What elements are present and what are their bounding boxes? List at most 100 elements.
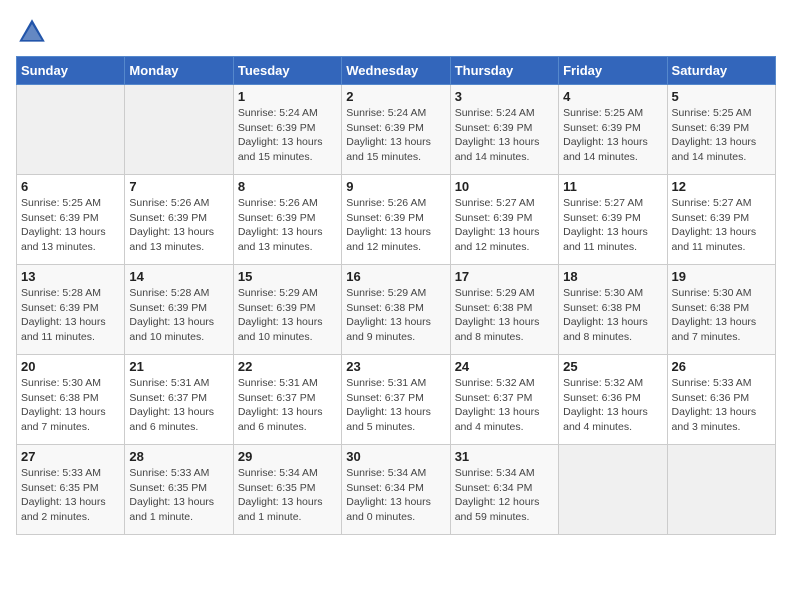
day-detail: Sunrise: 5:30 AM Sunset: 6:38 PM Dayligh… (672, 286, 771, 345)
day-detail: Sunrise: 5:27 AM Sunset: 6:39 PM Dayligh… (672, 196, 771, 255)
day-number: 18 (563, 269, 662, 284)
calendar-body: 1 Sunrise: 5:24 AM Sunset: 6:39 PM Daylig… (17, 85, 776, 535)
day-detail: Sunrise: 5:24 AM Sunset: 6:39 PM Dayligh… (346, 106, 445, 165)
day-detail: Sunrise: 5:34 AM Sunset: 6:35 PM Dayligh… (238, 466, 337, 525)
day-detail: Sunrise: 5:26 AM Sunset: 6:39 PM Dayligh… (346, 196, 445, 255)
day-detail: Sunrise: 5:26 AM Sunset: 6:39 PM Dayligh… (129, 196, 228, 255)
day-cell: 8Sunrise: 5:26 AM Sunset: 6:39 PM Daylig… (233, 175, 341, 265)
week-row-1: 1 Sunrise: 5:24 AM Sunset: 6:39 PM Daylig… (17, 85, 776, 175)
logo (16, 16, 52, 48)
day-detail: Sunrise: 5:27 AM Sunset: 6:39 PM Dayligh… (563, 196, 662, 255)
day-cell: 25 Sunrise: 5:32 AM Sunset: 6:36 PM Dayli… (559, 355, 667, 445)
day-detail: Sunrise: 5:29 AM Sunset: 6:39 PM Dayligh… (238, 286, 337, 345)
day-cell (17, 85, 125, 175)
header-row: SundayMondayTuesdayWednesdayThursdayFrid… (17, 57, 776, 85)
week-row-4: 20 Sunrise: 5:30 AM Sunset: 6:38 PM Dayli… (17, 355, 776, 445)
day-number: 2 (346, 89, 445, 104)
week-row-5: 27Sunrise: 5:33 AM Sunset: 6:35 PM Dayli… (17, 445, 776, 535)
day-cell: 19 Sunrise: 5:30 AM Sunset: 6:38 PM Dayli… (667, 265, 775, 355)
day-detail: Sunrise: 5:33 AM Sunset: 6:36 PM Dayligh… (672, 376, 771, 435)
day-cell: 14 Sunrise: 5:28 AM Sunset: 6:39 PM Dayli… (125, 265, 233, 355)
day-cell: 13 Sunrise: 5:28 AM Sunset: 6:39 PM Dayli… (17, 265, 125, 355)
day-detail: Sunrise: 5:34 AM Sunset: 6:34 PM Dayligh… (346, 466, 445, 525)
column-header-sunday: Sunday (17, 57, 125, 85)
day-detail: Sunrise: 5:33 AM Sunset: 6:35 PM Dayligh… (21, 466, 120, 525)
day-detail: Sunrise: 5:25 AM Sunset: 6:39 PM Dayligh… (21, 196, 120, 255)
week-row-2: 6 Sunrise: 5:25 AM Sunset: 6:39 PM Daylig… (17, 175, 776, 265)
day-cell: 5Sunrise: 5:25 AM Sunset: 6:39 PM Daylig… (667, 85, 775, 175)
day-cell: 12 Sunrise: 5:27 AM Sunset: 6:39 PM Dayli… (667, 175, 775, 265)
day-number: 17 (455, 269, 554, 284)
day-cell: 21Sunrise: 5:31 AM Sunset: 6:37 PM Dayli… (125, 355, 233, 445)
day-detail: Sunrise: 5:29 AM Sunset: 6:38 PM Dayligh… (455, 286, 554, 345)
day-cell: 17 Sunrise: 5:29 AM Sunset: 6:38 PM Dayli… (450, 265, 558, 355)
column-header-thursday: Thursday (450, 57, 558, 85)
day-cell: 7 Sunrise: 5:26 AM Sunset: 6:39 PM Daylig… (125, 175, 233, 265)
day-number: 3 (455, 89, 554, 104)
day-cell (559, 445, 667, 535)
day-cell: 30 Sunrise: 5:34 AM Sunset: 6:34 PM Dayli… (342, 445, 450, 535)
day-number: 22 (238, 359, 337, 374)
day-number: 25 (563, 359, 662, 374)
day-number: 10 (455, 179, 554, 194)
day-cell: 11Sunrise: 5:27 AM Sunset: 6:39 PM Dayli… (559, 175, 667, 265)
day-detail: Sunrise: 5:25 AM Sunset: 6:39 PM Dayligh… (563, 106, 662, 165)
logo-icon (16, 16, 48, 48)
day-number: 19 (672, 269, 771, 284)
day-cell: 2 Sunrise: 5:24 AM Sunset: 6:39 PM Daylig… (342, 85, 450, 175)
day-number: 24 (455, 359, 554, 374)
day-detail: Sunrise: 5:33 AM Sunset: 6:35 PM Dayligh… (129, 466, 228, 525)
day-detail: Sunrise: 5:24 AM Sunset: 6:39 PM Dayligh… (455, 106, 554, 165)
day-cell: 10 Sunrise: 5:27 AM Sunset: 6:39 PM Dayli… (450, 175, 558, 265)
day-number: 4 (563, 89, 662, 104)
day-detail: Sunrise: 5:31 AM Sunset: 6:37 PM Dayligh… (238, 376, 337, 435)
page-header (16, 16, 776, 48)
day-cell (667, 445, 775, 535)
day-detail: Sunrise: 5:24 AM Sunset: 6:39 PM Dayligh… (238, 106, 337, 165)
day-detail: Sunrise: 5:28 AM Sunset: 6:39 PM Dayligh… (129, 286, 228, 345)
day-detail: Sunrise: 5:32 AM Sunset: 6:36 PM Dayligh… (563, 376, 662, 435)
day-cell: 23 Sunrise: 5:31 AM Sunset: 6:37 PM Dayli… (342, 355, 450, 445)
day-cell: 27Sunrise: 5:33 AM Sunset: 6:35 PM Dayli… (17, 445, 125, 535)
day-cell: 28 Sunrise: 5:33 AM Sunset: 6:35 PM Dayli… (125, 445, 233, 535)
calendar-table: SundayMondayTuesdayWednesdayThursdayFrid… (16, 56, 776, 535)
day-number: 16 (346, 269, 445, 284)
day-cell: 26 Sunrise: 5:33 AM Sunset: 6:36 PM Dayli… (667, 355, 775, 445)
day-cell: 24Sunrise: 5:32 AM Sunset: 6:37 PM Dayli… (450, 355, 558, 445)
day-cell: 6 Sunrise: 5:25 AM Sunset: 6:39 PM Daylig… (17, 175, 125, 265)
day-number: 26 (672, 359, 771, 374)
day-detail: Sunrise: 5:29 AM Sunset: 6:38 PM Dayligh… (346, 286, 445, 345)
column-header-friday: Friday (559, 57, 667, 85)
day-detail: Sunrise: 5:27 AM Sunset: 6:39 PM Dayligh… (455, 196, 554, 255)
column-header-tuesday: Tuesday (233, 57, 341, 85)
day-detail: Sunrise: 5:30 AM Sunset: 6:38 PM Dayligh… (563, 286, 662, 345)
day-number: 15 (238, 269, 337, 284)
day-number: 23 (346, 359, 445, 374)
day-number: 28 (129, 449, 228, 464)
day-cell: 15 Sunrise: 5:29 AM Sunset: 6:39 PM Dayli… (233, 265, 341, 355)
day-detail: Sunrise: 5:28 AM Sunset: 6:39 PM Dayligh… (21, 286, 120, 345)
day-cell: 31Sunrise: 5:34 AM Sunset: 6:34 PM Dayli… (450, 445, 558, 535)
day-number: 12 (672, 179, 771, 194)
day-number: 14 (129, 269, 228, 284)
week-row-3: 13 Sunrise: 5:28 AM Sunset: 6:39 PM Dayli… (17, 265, 776, 355)
calendar-header: SundayMondayTuesdayWednesdayThursdayFrid… (17, 57, 776, 85)
day-detail: Sunrise: 5:31 AM Sunset: 6:37 PM Dayligh… (346, 376, 445, 435)
day-number: 21 (129, 359, 228, 374)
day-number: 13 (21, 269, 120, 284)
day-detail: Sunrise: 5:30 AM Sunset: 6:38 PM Dayligh… (21, 376, 120, 435)
day-cell: 3 Sunrise: 5:24 AM Sunset: 6:39 PM Daylig… (450, 85, 558, 175)
day-number: 8 (238, 179, 337, 194)
day-number: 30 (346, 449, 445, 464)
day-cell: 22 Sunrise: 5:31 AM Sunset: 6:37 PM Dayli… (233, 355, 341, 445)
column-header-wednesday: Wednesday (342, 57, 450, 85)
day-number: 7 (129, 179, 228, 194)
day-cell: 18 Sunrise: 5:30 AM Sunset: 6:38 PM Dayli… (559, 265, 667, 355)
day-number: 6 (21, 179, 120, 194)
day-number: 1 (238, 89, 337, 104)
column-header-saturday: Saturday (667, 57, 775, 85)
day-number: 20 (21, 359, 120, 374)
column-header-monday: Monday (125, 57, 233, 85)
day-cell: 20 Sunrise: 5:30 AM Sunset: 6:38 PM Dayli… (17, 355, 125, 445)
day-number: 31 (455, 449, 554, 464)
